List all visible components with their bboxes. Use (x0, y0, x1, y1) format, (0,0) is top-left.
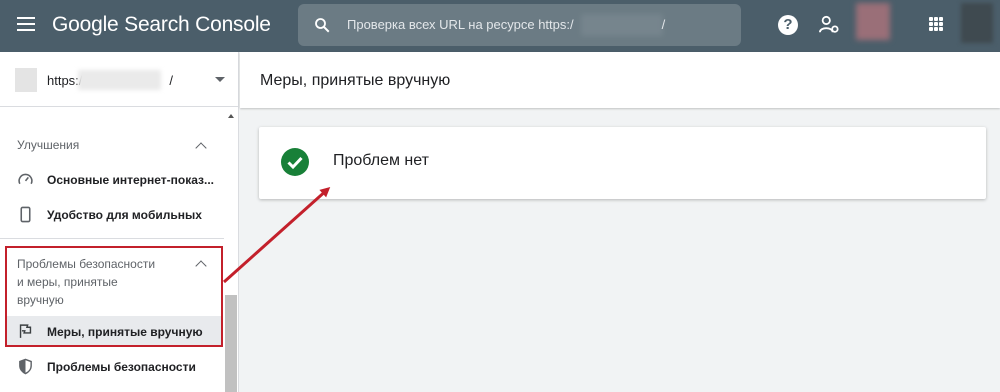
shield-icon (19, 358, 32, 375)
sidebar-item-label: Удобство для мобильных (47, 208, 202, 222)
property-selector[interactable]: https:// (0, 52, 239, 107)
status-card: Проблем нет (259, 127, 986, 199)
top-app-bar: Google Search Console Проверка всех URL … (0, 0, 1000, 52)
success-check-icon (281, 148, 309, 176)
section-security-manual-actions: Проблемы безопасности и меры, принятые в… (17, 257, 156, 307)
apps-grid-icon[interactable] (929, 17, 943, 31)
sidebar-item-label: Основные интернет-показ... (47, 173, 214, 187)
redacted-domain (581, 14, 663, 36)
scrollbar-thumb[interactable] (225, 295, 237, 392)
divider (0, 238, 224, 239)
search-icon (315, 18, 330, 33)
property-favicon (15, 68, 37, 92)
user-settings-icon[interactable] (818, 15, 840, 35)
phone-icon (20, 206, 31, 223)
search-input[interactable]: Проверка всех URL на ресурсе https:// (298, 4, 741, 46)
redacted-property (78, 70, 161, 90)
scroll-up-arrow-icon[interactable] (228, 114, 234, 118)
account-avatar-blurred[interactable] (856, 3, 890, 40)
flag-icon (19, 324, 32, 338)
section-improvements: Улучшения (17, 138, 80, 152)
page-header: Меры, принятые вручную (240, 52, 1000, 108)
sidebar-item-manual-actions[interactable]: Меры, принятые вручную (0, 315, 224, 349)
sidebar-item-label: Меры, принятые вручную (47, 325, 203, 339)
profile-avatar[interactable] (961, 3, 993, 43)
sidebar-item-security-issues[interactable]: Проблемы безопасности (0, 350, 224, 384)
help-icon[interactable]: ? (778, 15, 798, 35)
hamburger-menu-icon[interactable] (17, 17, 35, 31)
page-title: Меры, принятые вручную (260, 72, 451, 89)
collapse-chevron-icon[interactable] (195, 142, 207, 154)
gauge-icon (18, 173, 33, 185)
sidebar-item-mobile-usability[interactable]: Удобство для мобильных (0, 198, 224, 232)
app-title[interactable]: Google Search Console (52, 13, 271, 37)
sidebar-item-label: Проблемы безопасности (47, 360, 196, 374)
sidebar-item-core-web-vitals[interactable]: Основные интернет-показ... (0, 163, 224, 197)
status-message: Проблем нет (333, 152, 429, 169)
dropdown-caret-icon (215, 77, 225, 82)
